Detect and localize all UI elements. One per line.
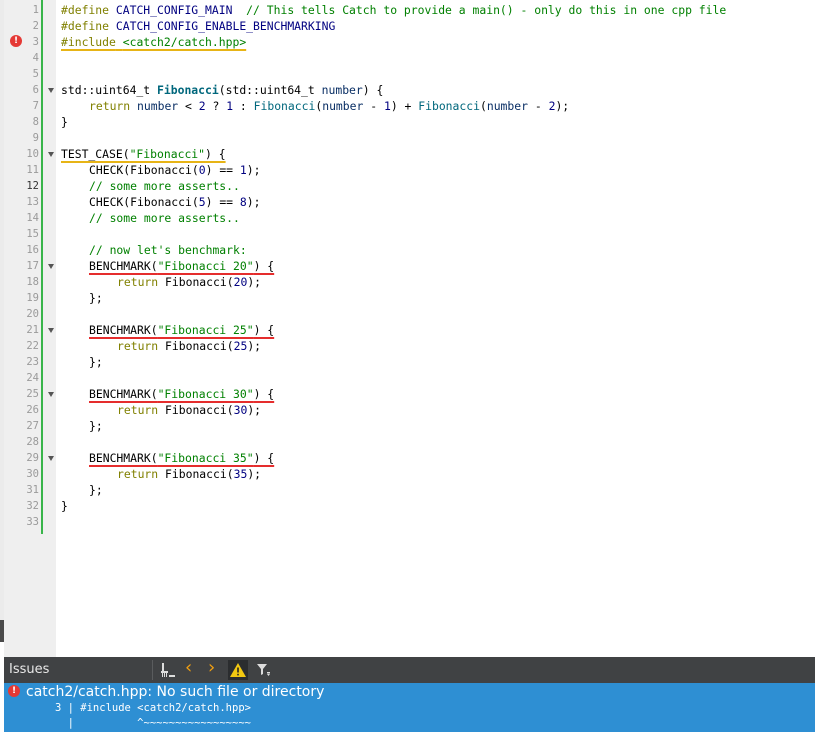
editor-gutter[interactable]: 1 2 3 4 5 6 7 8 9 10 11 12 13 14 15 16 17 18 19 20 21 22 23 24 2… — [4, 0, 56, 657]
line-number: 9 — [32, 132, 39, 144]
line-number: 30 — [26, 468, 39, 480]
line-number: 19 — [26, 292, 39, 304]
line-number: 7 — [32, 100, 39, 112]
benchmark-close: }; — [89, 291, 103, 305]
change-marker-bar — [41, 0, 43, 534]
fold-arrow-icon[interactable] — [48, 88, 54, 93]
issues-list[interactable]: ! catch2/catch.hpp: No such file or dire… — [4, 683, 815, 732]
line-number: 28 — [26, 436, 39, 448]
issues-toolbar: Issues ‹ › — [4, 657, 815, 683]
error-icon: ! — [8, 685, 20, 697]
line-number: 26 — [26, 404, 39, 416]
line-number: 25 — [26, 388, 39, 400]
line-number: 10 — [26, 148, 39, 160]
fold-arrow-icon[interactable] — [48, 328, 54, 333]
line-number: 21 — [26, 324, 39, 336]
line-number: 4 — [32, 52, 39, 64]
line-number: 1 — [32, 4, 39, 16]
line-number: 24 — [26, 372, 39, 384]
benchmark-header: BENCHMARK("Fibonacci 20") { — [89, 259, 275, 273]
line-number: 29 — [26, 452, 39, 464]
broom-icon[interactable] — [160, 662, 176, 683]
line-number: 8 — [32, 116, 39, 128]
code-line-8: } — [61, 115, 68, 129]
issue-detail-caret: | ^~~~~~~~~~~~~~~~~~ — [55, 717, 251, 729]
line-number: 17 — [26, 260, 39, 272]
code-line-2: #define CATCH_CONFIG_ENABLE_BENCHMARKING — [61, 19, 336, 33]
benchmark-body: return Fibonacci(25); — [117, 339, 262, 353]
code-line-14: // some more asserts.. — [89, 211, 240, 225]
benchmark-body: return Fibonacci(20); — [117, 275, 262, 289]
line-number: 15 — [26, 228, 39, 240]
line-number: 20 — [26, 308, 39, 320]
issue-detail-line: 3 | #include <catch2/catch.hpp> — [55, 702, 251, 714]
line-number: 12 — [26, 180, 39, 192]
line-number: 13 — [26, 196, 39, 208]
line-number: 16 — [26, 244, 39, 256]
fold-arrow-icon[interactable] — [48, 392, 54, 397]
code-line-16: // now let's benchmark: — [89, 243, 247, 257]
line-number: 22 — [26, 340, 39, 352]
line-number: 23 — [26, 356, 39, 368]
fold-arrow-icon[interactable] — [48, 152, 54, 157]
code-line-13: CHECK(Fibonacci(5) == 8); — [89, 195, 261, 209]
line-number: 6 — [32, 84, 39, 96]
line-number: 2 — [32, 20, 39, 32]
code-line-1: #define CATCH_CONFIG_MAIN // This tells … — [61, 3, 727, 17]
error-marker-icon[interactable]: ! — [10, 35, 22, 47]
benchmark-body: return Fibonacci(35); — [117, 467, 262, 481]
line-number: 31 — [26, 484, 39, 496]
line-number: 5 — [32, 68, 39, 80]
line-number: 11 — [26, 164, 39, 176]
code-editor[interactable]: #define CATCH_CONFIG_MAIN // This tells … — [56, 0, 815, 657]
benchmark-body: return Fibonacci(30); — [117, 403, 262, 417]
benchmark-header: BENCHMARK("Fibonacci 25") { — [89, 323, 275, 337]
filter-icon[interactable] — [256, 662, 272, 683]
issues-title: Issues — [9, 662, 50, 677]
benchmark-header: BENCHMARK("Fibonacci 30") { — [89, 387, 275, 401]
benchmark-header: BENCHMARK("Fibonacci 35") { — [89, 451, 275, 465]
code-line-3: #include <catch2/catch.hpp> — [61, 35, 247, 49]
next-issue-icon[interactable]: › — [208, 659, 215, 677]
fold-arrow-icon[interactable] — [48, 456, 54, 461]
benchmark-close: }; — [89, 419, 103, 433]
fold-arrow-icon[interactable] — [48, 264, 54, 269]
line-number: 32 — [26, 500, 39, 512]
code-line-11: CHECK(Fibonacci(0) == 1); — [89, 163, 261, 177]
toolbar-separator — [152, 660, 153, 680]
code-line-10: TEST_CASE("Fibonacci") { — [61, 147, 226, 161]
benchmark-close: }; — [89, 483, 103, 497]
previous-issue-icon[interactable]: ‹ — [185, 659, 192, 677]
code-line-7: return number < 2 ? 1 : Fibonacci(number… — [89, 99, 570, 113]
line-number: 18 — [26, 276, 39, 288]
code-line-6: std::uint64_t Fibonacci(std::uint64_t nu… — [61, 83, 384, 97]
code-line-32: } — [61, 499, 68, 513]
line-number: 33 — [26, 516, 39, 528]
line-number: 14 — [26, 212, 39, 224]
warning-filter-icon[interactable] — [228, 660, 248, 685]
line-number: 27 — [26, 420, 39, 432]
issue-message: catch2/catch.hpp: No such file or direct… — [26, 684, 325, 700]
code-line-12: // some more asserts.. — [89, 179, 240, 193]
benchmark-close: }; — [89, 355, 103, 369]
